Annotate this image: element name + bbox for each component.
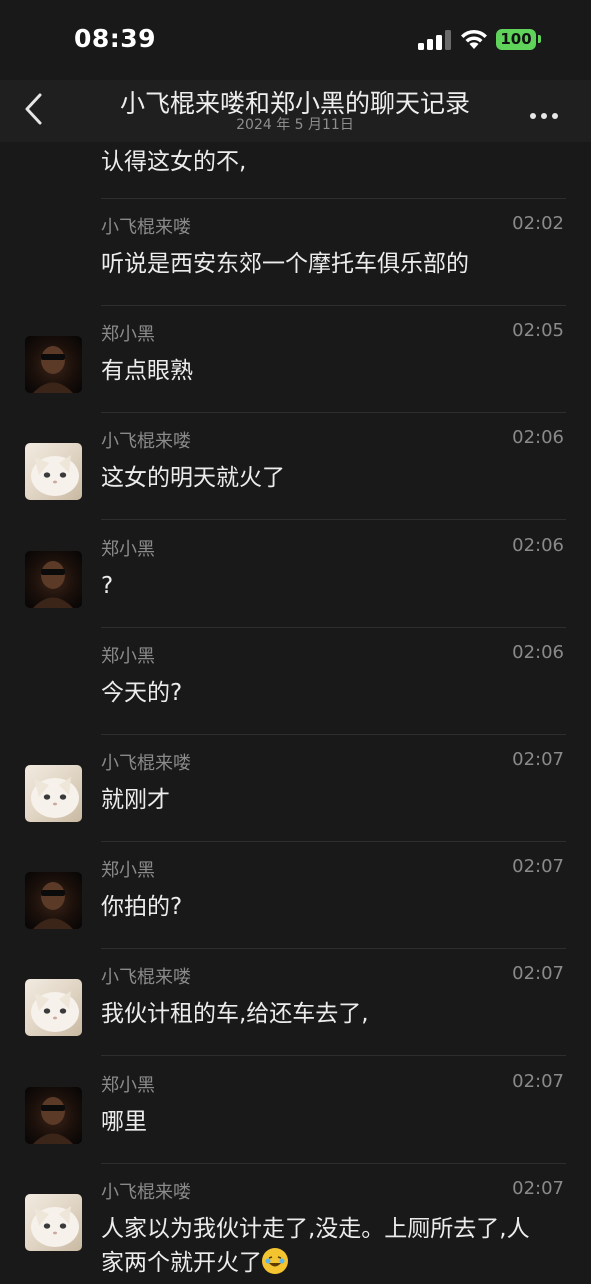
- message-row[interactable]: 小飞棍来喽 02:07 就刚才: [0, 735, 591, 842]
- battery-indicator: 100: [496, 29, 536, 50]
- status-bar: 08:39 100: [0, 0, 591, 80]
- partial-message-text: 认得这女的不,: [101, 149, 247, 175]
- message-time: 02:07: [512, 749, 564, 770]
- cat-avatar[interactable]: [25, 443, 82, 500]
- message-divider: [101, 1055, 566, 1056]
- message-sender: 郑小黑: [101, 324, 155, 345]
- message-text: 就刚才: [101, 787, 170, 813]
- message-time: 02:06: [512, 427, 564, 448]
- message-text: 人家以为我伙计走了,没走。上厕所去了,人家两个就开火了: [101, 1216, 530, 1276]
- message-time: 02:06: [512, 535, 564, 556]
- page-subtitle-date: 2024 年 5 月11日: [236, 117, 354, 133]
- message-time: 02:02: [512, 213, 564, 234]
- message-time: 02:07: [512, 963, 564, 984]
- message-text: ?: [101, 573, 114, 599]
- message-text: 你拍的?: [101, 894, 183, 920]
- message-row[interactable]: 郑小黑 02:05 有点眼熟: [0, 306, 591, 413]
- crying-laughing-emoji-icon: [262, 1248, 288, 1274]
- message-row[interactable]: 小飞棍来喽 02:06 这女的明天就火了: [0, 413, 591, 520]
- message-divider: [101, 519, 566, 520]
- message-row[interactable]: 郑小黑 02:06 今天的?: [0, 628, 591, 735]
- message-sender: 小飞棍来喽: [101, 217, 191, 238]
- message-text: 我伙计租的车,给还车去了,: [101, 1001, 369, 1027]
- dark-person-avatar[interactable]: [25, 872, 82, 929]
- message-sender: 郑小黑: [101, 646, 155, 667]
- message-time: 02:07: [512, 1178, 564, 1199]
- status-time: 08:39: [74, 24, 157, 53]
- more-options-icon[interactable]: [530, 104, 564, 119]
- cat-avatar[interactable]: [25, 765, 82, 822]
- message-row[interactable]: 小飞棍来喽 02:07 我伙计租的车,给还车去了,: [0, 949, 591, 1056]
- message-row[interactable]: 小飞棍来喽 02:02 听说是西安东郊一个摩托车俱乐部的: [0, 199, 591, 306]
- cat-avatar[interactable]: [25, 1194, 82, 1251]
- message-time: 02:07: [512, 1071, 564, 1092]
- message-sender: 郑小黑: [101, 539, 155, 560]
- message-sender: 小飞棍来喽: [101, 431, 191, 452]
- battery-tip: [538, 35, 541, 43]
- message-time: 02:06: [512, 642, 564, 663]
- navigation-bar: 小飞棍来喽和郑小黑的聊天记录 2024 年 5 月11日: [0, 80, 591, 142]
- message-sender: 小飞棍来喽: [101, 967, 191, 988]
- cat-avatar[interactable]: [25, 979, 82, 1036]
- message-time: 02:07: [512, 856, 564, 877]
- message-sender: 小飞棍来喽: [101, 753, 191, 774]
- message-sender: 郑小黑: [101, 860, 155, 881]
- back-chevron-icon[interactable]: [22, 92, 48, 126]
- message-row[interactable]: 郑小黑 02:06?: [0, 521, 591, 628]
- message-text: 有点眼熟: [101, 358, 193, 384]
- message-text: 哪里: [101, 1109, 147, 1135]
- message-text: 这女的明天就火了: [101, 465, 285, 491]
- dark-person-avatar[interactable]: [25, 1087, 82, 1144]
- message-sender: 郑小黑: [101, 1075, 155, 1096]
- message-sender: 小飞棍来喽: [101, 1182, 191, 1203]
- dark-person-avatar[interactable]: [25, 551, 82, 608]
- message-text: 今天的?: [101, 680, 183, 706]
- wifi-icon: [461, 29, 487, 49]
- message-row[interactable]: 小飞棍来喽 02:07 人家以为我伙计走了,没走。上厕所去了,人家两个就开火了: [0, 1164, 591, 1276]
- message-text: 听说是西安东郊一个摩托车俱乐部的: [101, 251, 469, 277]
- message-time: 02:05: [512, 320, 564, 341]
- message-row[interactable]: 郑小黑 02:07 你拍的?: [0, 842, 591, 949]
- cellular-signal-icon: [418, 30, 451, 50]
- dark-person-avatar[interactable]: [25, 336, 82, 393]
- message-row[interactable]: 郑小黑 02:07 哪里: [0, 1057, 591, 1164]
